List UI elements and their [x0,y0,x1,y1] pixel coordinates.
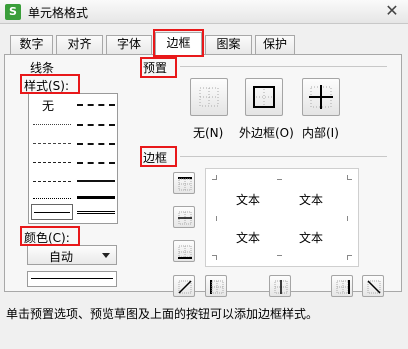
border-left-icon [210,280,224,294]
preview-text: 文本 [236,231,261,245]
window-title: 单元格格式 [28,6,89,20]
line-style-list[interactable]: 无 [28,93,118,224]
preset-none-label[interactable]: 无(N) [193,124,223,141]
line-style-medium-dashed[interactable] [77,162,115,164]
preview-corner-mark [212,255,217,260]
border-inside-vertical-button[interactable] [269,275,291,297]
line-style-thin-solid [34,212,70,213]
preset-inside-label[interactable]: 内部(I) [302,124,339,141]
tab-protection[interactable]: 保护 [255,35,295,54]
border-bottom-icon [178,245,192,259]
outline-border-icon [253,86,275,108]
preview-text: 文本 [299,193,324,207]
border-inside-vertical-icon [274,280,288,294]
line-style-thick-solid[interactable] [77,196,115,199]
preset-label: 预置 [143,61,168,75]
preset-outline-label[interactable]: 外边框(O) [239,124,294,141]
close-button[interactable]: ✕ [381,1,403,22]
tab-border[interactable]: 边框 [155,32,202,55]
app-icon: S [5,4,21,20]
preview-text: 文本 [236,193,261,207]
line-style-dash-dot-fine[interactable] [33,143,71,144]
preview-corner-mark [347,216,352,221]
preview-corner-mark [347,175,352,180]
preset-outline-button[interactable] [245,78,283,116]
border-top-button[interactable] [173,172,195,194]
border-left-button[interactable] [205,275,227,297]
chevron-down-icon [102,253,110,258]
preview-corner-mark [212,175,217,180]
no-border-icon [199,87,219,107]
diagonal-down-icon [367,280,381,294]
line-style-double[interactable] [77,211,115,214]
line-style-dotted[interactable] [33,124,71,125]
tab-alignment[interactable]: 对齐 [56,35,103,54]
border-separator [180,156,387,157]
border-top-icon [178,177,192,191]
preset-inside-button[interactable] [302,78,340,116]
inside-border-icon [309,85,333,109]
line-style-dense-dotted[interactable] [33,198,71,199]
border-inside-horizontal-button[interactable] [173,206,195,228]
border-right-button[interactable] [331,275,353,297]
style-label: 样式(S): [24,79,70,93]
border-preview[interactable]: 文本 文本 文本 文本 [205,168,359,267]
line-group-label: 线条 [30,61,55,75]
border-bottom-button[interactable] [173,240,195,262]
color-select-value: 自动 [48,250,73,264]
color-preview-bar [27,271,117,287]
border-inside-horizontal-icon [178,211,192,225]
tab-font[interactable]: 字体 [106,35,152,54]
line-style-slanted-dash-dot[interactable] [77,124,115,126]
line-style-none[interactable]: 无 [42,97,54,114]
line-style-medium-dash-dot-dot[interactable] [77,104,115,106]
line-style-medium-solid[interactable] [77,180,115,182]
preview-corner-mark [277,255,282,260]
preset-separator [180,66,387,67]
line-style-medium-dash-dot[interactable] [77,143,115,145]
tab-pattern[interactable]: 图案 [205,35,252,54]
color-label: 颜色(C): [24,231,70,245]
color-preview-line [31,278,113,279]
border-right-icon [336,280,350,294]
preview-corner-mark [212,216,217,221]
hint-text: 单击预置选项、预览草图及上面的按钮可以添加边框样式。 [6,307,319,321]
color-select[interactable]: 自动 [27,245,117,265]
preview-corner-mark [347,255,352,260]
border-diagonal-up-button[interactable] [173,275,195,297]
diagonal-up-icon [178,280,192,294]
preset-none-button[interactable] [190,78,228,116]
line-style-dash-dot-dot[interactable] [33,162,71,163]
border-label: 边框 [143,151,168,165]
line-style-dash-dot[interactable] [33,181,71,182]
tab-number[interactable]: 数字 [10,35,53,54]
preview-text: 文本 [299,231,324,245]
border-diagonal-down-button[interactable] [362,275,384,297]
preview-corner-mark [277,175,282,180]
line-style-selected[interactable] [31,204,73,220]
